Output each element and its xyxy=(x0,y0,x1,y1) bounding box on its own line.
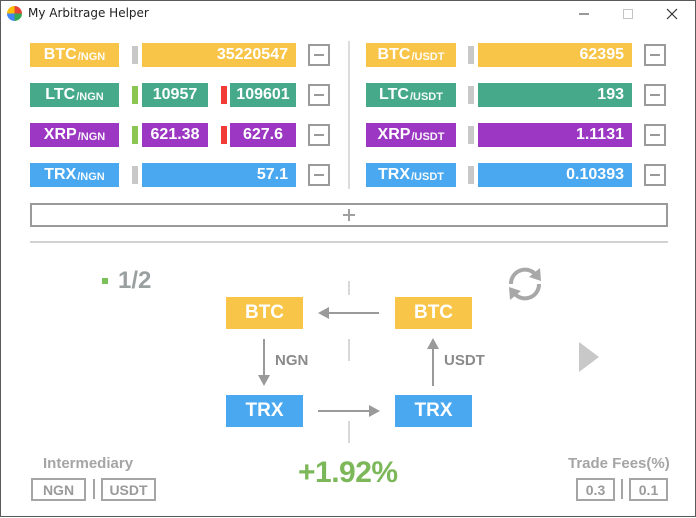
trade-fees-label: Trade Fees(%) xyxy=(568,455,670,472)
remove-pair-button[interactable] xyxy=(308,124,330,146)
app-logo-icon xyxy=(7,6,22,21)
indicator-tick xyxy=(468,46,474,64)
ask-xrp-ngn: 627.6 xyxy=(230,123,296,147)
pair-quote: /USDT xyxy=(411,170,444,183)
arrow-left-icon xyxy=(318,307,379,319)
fee-input-1[interactable]: 0.3 xyxy=(576,478,615,501)
pair-label-ltc-ngn: LTC/NGN xyxy=(30,83,119,107)
route-node-top-left: BTC xyxy=(226,297,303,329)
ask-ltc-ngn: 109601 xyxy=(230,83,296,107)
app-window: My Arbitrage Helper BTC/NGN 35220547 LTC… xyxy=(0,0,696,517)
indicator-tick xyxy=(468,166,474,184)
window-title: My Arbitrage Helper xyxy=(28,6,149,20)
edge-label-usdt: USDT xyxy=(444,352,485,369)
arrow-down-icon xyxy=(258,339,270,386)
section-divider xyxy=(30,241,668,243)
option-separator xyxy=(93,479,95,499)
route-node-bottom-left: TRX xyxy=(226,395,303,427)
route-node-bottom-right: TRX xyxy=(395,395,472,427)
route-page-indicator: 1/2 xyxy=(102,267,151,295)
ask-indicator xyxy=(221,86,227,104)
remove-pair-button[interactable] xyxy=(308,164,330,186)
profit-percentage: +1.92% xyxy=(298,456,398,489)
pair-quote: /USDT xyxy=(411,50,445,63)
minimize-button[interactable] xyxy=(561,1,607,27)
indicator-tick xyxy=(468,126,474,144)
pair-label-trx-ngn: TRX/NGN xyxy=(30,163,119,187)
pair-base: TRX xyxy=(44,166,77,183)
arrow-up-icon xyxy=(427,338,439,386)
pair-base: BTC xyxy=(377,46,411,63)
arrow-right-icon xyxy=(318,405,380,417)
pair-label-xrp-ngn: XRP/NGN xyxy=(30,123,119,147)
price-btc-usdt: 62395 xyxy=(478,43,632,67)
page-dot xyxy=(102,278,108,284)
pair-quote: /USDT xyxy=(411,130,445,143)
price-xrp-usdt: 1.1131 xyxy=(478,123,632,147)
center-divider xyxy=(348,339,350,361)
bid-ltc-ngn: 10957 xyxy=(142,83,208,107)
pair-label-btc-ngn: BTC/NGN xyxy=(30,43,119,67)
add-pair-button[interactable] xyxy=(30,203,668,227)
option-separator xyxy=(621,479,623,499)
pair-base: BTC xyxy=(43,46,77,63)
page-number: 1/2 xyxy=(118,267,152,294)
remove-pair-button[interactable] xyxy=(308,44,330,66)
pair-base: XRP xyxy=(43,126,77,143)
intermediary-label: Intermediary xyxy=(43,455,134,472)
pair-base: TRX xyxy=(378,166,410,183)
pair-base: LTC xyxy=(379,86,409,103)
close-icon xyxy=(666,8,678,20)
pair-quote: /NGN xyxy=(76,90,104,103)
maximize-button[interactable] xyxy=(605,1,651,27)
remove-pair-button[interactable] xyxy=(308,84,330,106)
route-node-top-right: BTC xyxy=(395,297,472,329)
pair-quote: /USDT xyxy=(409,90,443,103)
center-divider xyxy=(348,421,350,443)
remove-pair-button[interactable] xyxy=(644,164,666,186)
bid-xrp-ngn: 621.38 xyxy=(142,123,208,147)
play-next-icon[interactable] xyxy=(578,341,600,373)
edge-label-ngn: NGN xyxy=(275,352,309,369)
remove-pair-button[interactable] xyxy=(644,84,666,106)
pair-quote: /NGN xyxy=(77,130,106,143)
price-trx-ngn: 57.1 xyxy=(142,163,296,187)
pair-quote: /NGN xyxy=(77,170,105,183)
pair-label-trx-usdt: TRX/USDT xyxy=(366,163,456,187)
remove-pair-button[interactable] xyxy=(644,44,666,66)
pair-base: XRP xyxy=(377,126,411,143)
intermediary-option-usdt[interactable]: USDT xyxy=(101,478,156,501)
pair-label-xrp-usdt: XRP/USDT xyxy=(366,123,456,147)
pair-quote: /NGN xyxy=(77,50,106,63)
plus-icon xyxy=(348,209,350,221)
center-divider xyxy=(348,281,350,295)
pair-base: LTC xyxy=(45,86,76,103)
intermediary-option-ngn[interactable]: NGN xyxy=(31,478,86,501)
remove-pair-button[interactable] xyxy=(644,124,666,146)
bid-indicator xyxy=(132,126,138,144)
title-bar[interactable]: My Arbitrage Helper xyxy=(1,1,695,27)
maximize-icon xyxy=(623,9,633,19)
close-button[interactable] xyxy=(649,1,695,27)
column-divider xyxy=(348,41,350,189)
price-btc-ngn: 35220547 xyxy=(142,43,296,67)
pair-label-ltc-usdt: LTC/USDT xyxy=(366,83,456,107)
ask-indicator xyxy=(221,126,227,144)
minimize-icon xyxy=(579,13,589,15)
indicator-tick xyxy=(132,166,138,184)
refresh-icon[interactable] xyxy=(503,262,547,306)
indicator-tick xyxy=(132,46,138,64)
pair-label-btc-usdt: BTC/USDT xyxy=(366,43,456,67)
price-trx-usdt: 0.10393 xyxy=(478,163,632,187)
price-ltc-usdt: 193 xyxy=(478,83,632,107)
fee-input-2[interactable]: 0.1 xyxy=(629,478,668,501)
indicator-tick xyxy=(468,86,474,104)
bid-indicator xyxy=(132,86,138,104)
